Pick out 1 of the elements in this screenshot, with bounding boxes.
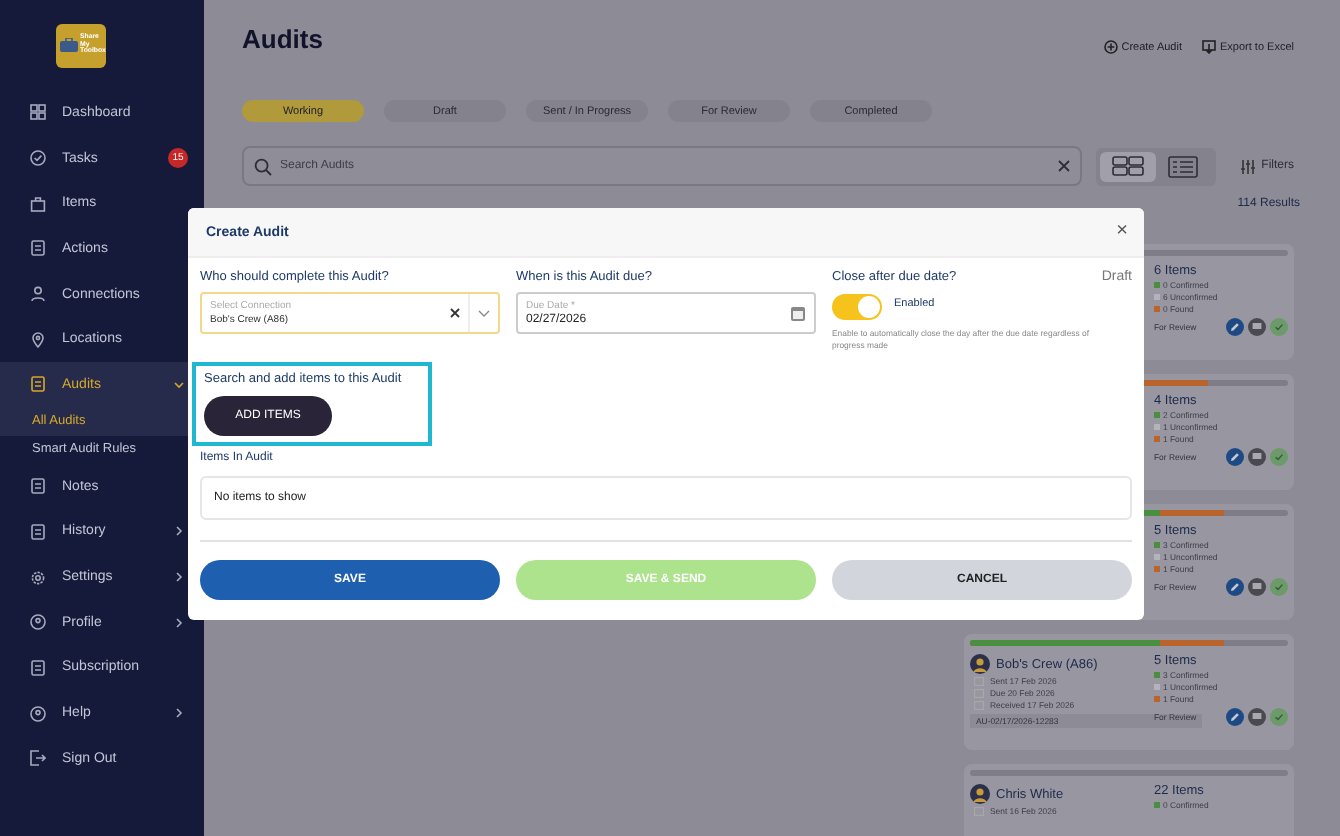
page-title: Audits xyxy=(242,24,323,54)
